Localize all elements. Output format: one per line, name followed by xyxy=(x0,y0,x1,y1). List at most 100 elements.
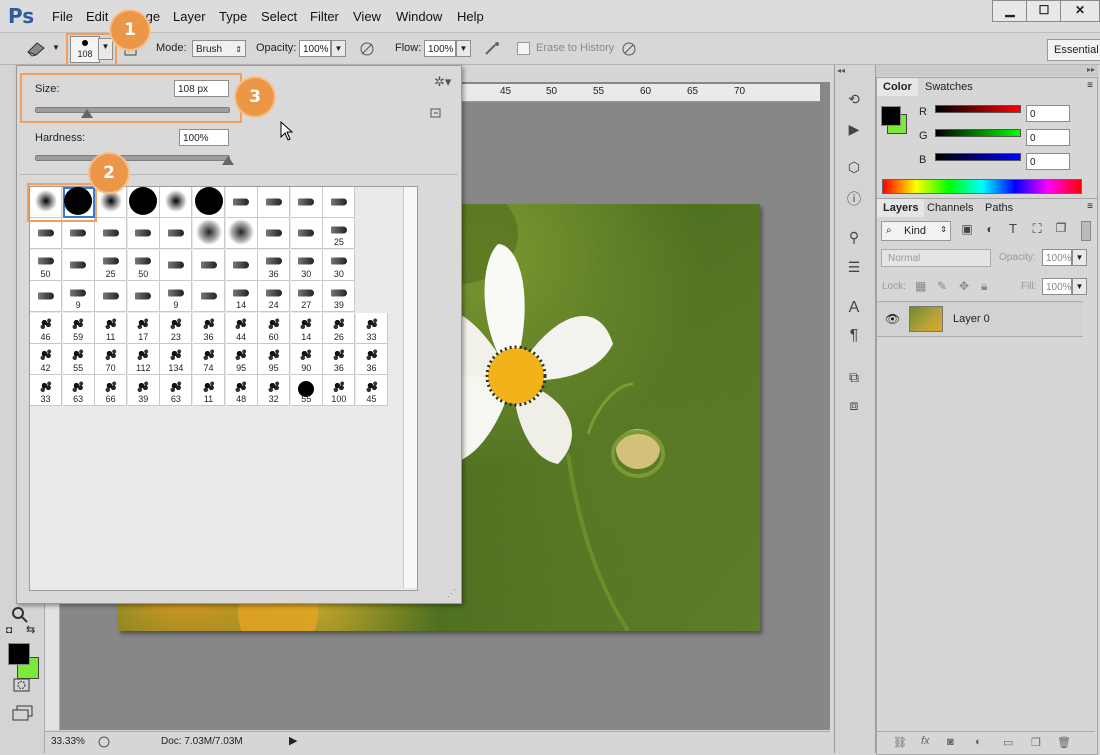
brush-preset[interactable]: 39 xyxy=(323,281,356,313)
hardness-slider[interactable] xyxy=(35,155,230,161)
brush-preset[interactable]: 33 xyxy=(356,312,388,344)
brush-preset[interactable]: 50 xyxy=(30,249,62,281)
brush-preset[interactable]: 59 xyxy=(62,312,95,344)
paragraph-icon[interactable]: ¶ xyxy=(844,327,864,345)
filter-type-icon[interactable]: T xyxy=(1003,221,1023,236)
brush-preset[interactable]: 134 xyxy=(160,344,193,375)
brush-preset[interactable]: 112 xyxy=(127,344,160,375)
tab-paths[interactable]: Paths xyxy=(979,199,1019,217)
menu-filter[interactable]: Filter xyxy=(310,9,339,24)
menu-select[interactable]: Select xyxy=(261,9,297,24)
r-input[interactable]: 0 xyxy=(1026,105,1070,122)
airbrush-icon[interactable] xyxy=(483,40,503,58)
brush-preset[interactable]: 25 xyxy=(323,218,356,250)
panel-menu-icon[interactable]: ≡ xyxy=(1087,80,1093,91)
brush-preset[interactable]: 42 xyxy=(30,344,62,375)
brush-preset[interactable]: 48 xyxy=(225,375,258,407)
collapse-arrows-icon[interactable]: ◂◂ xyxy=(837,66,845,75)
brush-preset[interactable]: 26 xyxy=(323,312,356,344)
filter-toggle[interactable] xyxy=(1081,221,1091,241)
visibility-eye-icon[interactable]: 👁︎ xyxy=(885,312,900,326)
brush-preset[interactable]: 17 xyxy=(127,312,160,344)
maximize-button[interactable]: ☐ xyxy=(1026,0,1062,22)
hardness-input[interactable]: 100% xyxy=(179,129,229,146)
brush-preset[interactable] xyxy=(30,281,62,313)
brush-preset[interactable]: 11 xyxy=(193,375,225,407)
menu-type[interactable]: Type xyxy=(219,9,247,24)
filter-pixel-icon[interactable]: ▣ xyxy=(957,222,977,236)
new-adjustment-icon[interactable]: ◐ xyxy=(975,736,982,748)
brush-preset[interactable]: 23 xyxy=(160,312,193,344)
default-colors-icon[interactable]: ◘ xyxy=(6,625,12,636)
menu-edit[interactable]: Edit xyxy=(86,9,108,24)
brush-preset[interactable]: 36 xyxy=(356,344,388,375)
brush-preset[interactable]: 14 xyxy=(290,312,323,344)
tab-color[interactable]: Color xyxy=(877,78,918,96)
brush-preset[interactable]: 30 xyxy=(290,249,323,281)
brush-preset[interactable] xyxy=(95,281,128,313)
brush-preset[interactable]: 66 xyxy=(95,375,128,407)
brush-preset[interactable] xyxy=(323,187,356,218)
lock-transparent-icon[interactable]: ▦ xyxy=(915,279,926,293)
opacity-input[interactable]: 100% xyxy=(299,40,331,57)
brush-preset[interactable] xyxy=(258,218,291,250)
layer-style-icon[interactable]: fx xyxy=(921,735,930,747)
brush-preset[interactable] xyxy=(127,281,160,313)
pressure-size-icon[interactable] xyxy=(620,40,638,58)
brush-preset[interactable]: 30 xyxy=(323,249,356,281)
brush-preset[interactable]: 36 xyxy=(323,344,356,375)
fill-input[interactable]: 100% xyxy=(1042,278,1072,295)
color-spectrum-bar[interactable] xyxy=(882,179,1082,194)
brush-preset[interactable] xyxy=(62,218,95,250)
menu-help[interactable]: Help xyxy=(457,9,484,24)
add-mask-icon[interactable]: ◙ xyxy=(947,736,954,748)
quick-mask-icon[interactable] xyxy=(12,677,32,693)
brush-presets-icon[interactable]: ⚲ xyxy=(844,229,864,246)
brush-preset[interactable] xyxy=(225,187,258,218)
brush-preset[interactable]: 39 xyxy=(127,375,160,407)
brush-preset[interactable]: 45 xyxy=(356,375,388,407)
lock-position-icon[interactable]: ✥ xyxy=(959,279,969,293)
filter-kind-select[interactable]: ⌕ Kind ⇕ xyxy=(881,221,951,241)
b-input[interactable]: 0 xyxy=(1026,153,1070,170)
brush-preset[interactable] xyxy=(225,249,258,281)
preset-scrollbar[interactable] xyxy=(403,187,417,588)
g-input[interactable]: 0 xyxy=(1026,129,1070,146)
status-menu-icon[interactable] xyxy=(97,735,111,749)
brush-preset[interactable] xyxy=(127,186,160,218)
brush-preset[interactable] xyxy=(95,218,128,250)
brush-preset[interactable] xyxy=(258,187,291,218)
foreground-color-chip[interactable] xyxy=(881,106,901,126)
brush-preset[interactable]: 70 xyxy=(95,344,128,375)
brush-preset[interactable]: 9 xyxy=(160,281,193,313)
brush-preset[interactable]: 11 xyxy=(95,312,128,344)
brush-preset[interactable] xyxy=(30,218,62,250)
tab-swatches[interactable]: Swatches xyxy=(919,78,979,96)
expand-arrows-icon[interactable]: ▸▸ xyxy=(1087,65,1095,74)
brush-preset[interactable] xyxy=(62,249,95,281)
brush-preset[interactable]: 60 xyxy=(258,312,291,344)
menu-window[interactable]: Window xyxy=(396,9,442,24)
brush-preset[interactable]: 63 xyxy=(160,375,193,407)
blend-mode-select[interactable]: Normal xyxy=(881,249,991,267)
new-group-icon[interactable]: ▭ xyxy=(1003,736,1013,749)
brush-preset[interactable]: 55 xyxy=(290,375,323,407)
layer-opacity-dropdown[interactable]: ▼ xyxy=(1072,249,1087,266)
brush-preset[interactable]: 25 xyxy=(95,249,128,281)
lock-all-icon[interactable]: 🔒︎ xyxy=(981,279,987,294)
history-icon[interactable]: ⟲ xyxy=(844,91,864,108)
minimize-button[interactable]: ▁ xyxy=(992,0,1028,22)
workspace-switcher[interactable]: Essential xyxy=(1047,39,1100,61)
status-forward-arrow-icon[interactable]: ▶ xyxy=(289,734,297,747)
close-button[interactable]: ✕ xyxy=(1060,0,1100,22)
brush-preset[interactable]: 36 xyxy=(193,312,225,344)
brush-preset[interactable]: 50 xyxy=(127,249,160,281)
mode-select[interactable]: Brush ⇕ xyxy=(192,40,246,57)
styles-icon[interactable]: ⧈ xyxy=(844,397,864,414)
filter-adjustment-icon[interactable]: ◐ xyxy=(980,222,1000,236)
menu-file[interactable]: File xyxy=(52,9,73,24)
resize-grip-icon[interactable]: ⋰ xyxy=(447,588,456,599)
layer-opacity-input[interactable]: 100% xyxy=(1042,249,1072,266)
erase-to-history-checkbox[interactable] xyxy=(517,42,530,55)
character-icon[interactable]: A xyxy=(844,299,864,317)
